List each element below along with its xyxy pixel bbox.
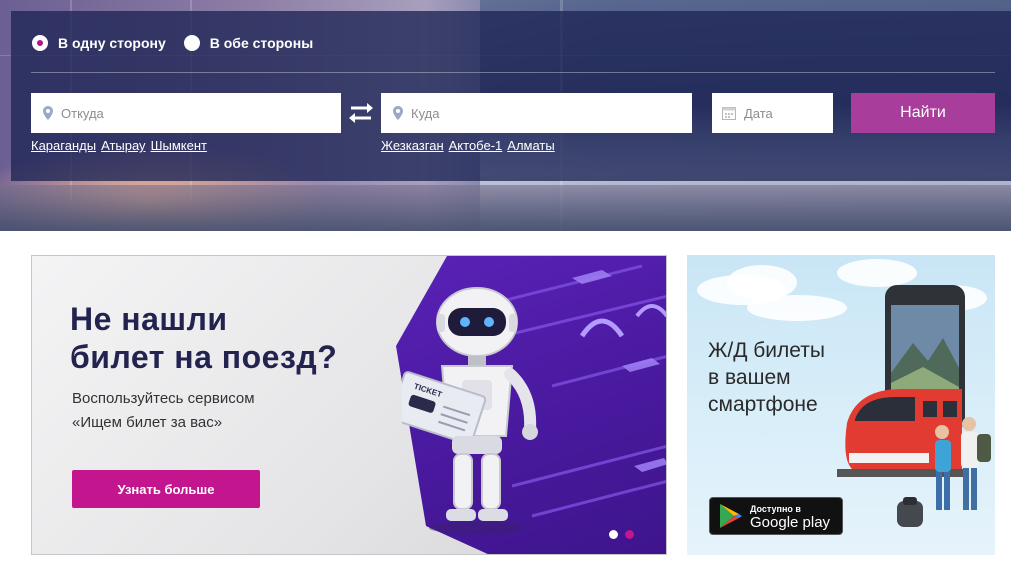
radio-icon[interactable] <box>183 35 200 51</box>
travelers-illustration <box>935 417 991 510</box>
from-placeholder: Откуда <box>61 105 104 121</box>
app-banner[interactable]: Ж/Д билеты в вашем смартфоне Доступно в … <box>687 255 995 555</box>
google-play-badge[interactable]: Доступно в Google play <box>709 497 843 535</box>
quick-from-link[interactable]: Караганды <box>31 138 96 153</box>
date-input[interactable]: Дата <box>712 93 833 133</box>
promo-title: Не нашли билет на поезд? <box>70 300 390 376</box>
find-button[interactable]: Найти <box>851 93 995 133</box>
app-banner-line: в вашем <box>708 366 791 389</box>
promo-subtitle: Воспользуйтесь сервисом «Ищем билет за в… <box>72 387 392 435</box>
calendar-icon <box>722 107 736 120</box>
cloud <box>747 295 847 321</box>
carousel-dot[interactable] <box>609 530 618 539</box>
app-banner-line: Ж/Д билеты <box>708 339 825 362</box>
hero-ground <box>0 185 1011 231</box>
location-pin-icon <box>43 106 53 120</box>
google-play-text: Доступно в Google play <box>750 502 830 530</box>
to-input[interactable]: Куда <box>381 93 692 133</box>
quick-from-links: Караганды Атырау Шымкент <box>31 138 212 153</box>
promo-subtitle-line: Воспользуйтесь сервисом <box>72 390 255 407</box>
learn-more-button[interactable]: Узнать больше <box>72 470 260 508</box>
robot-illustration: TICKET <box>402 287 538 534</box>
radio-round-trip-label: В обе стороны <box>209 35 314 51</box>
to-placeholder: Куда <box>411 105 440 121</box>
quick-to-link[interactable]: Алматы <box>507 138 554 153</box>
carousel-dot[interactable] <box>625 530 634 539</box>
divider <box>31 72 995 73</box>
quick-to-link[interactable]: Жезказган <box>381 138 444 153</box>
radio-one-way-label: В одну сторону <box>58 35 166 51</box>
radio-icon[interactable] <box>32 35 48 51</box>
app-banner-line: смартфоне <box>708 393 818 416</box>
promo-banner[interactable]: TICKET Не нашли билет на поезд? Воспольз… <box>31 255 667 555</box>
radio-one-way[interactable]: В одну сторону <box>32 35 166 51</box>
promo-title-line: билет на поезд? <box>70 339 338 375</box>
google-play-big: Google play <box>750 514 831 531</box>
quick-from-link[interactable]: Шымкент <box>151 138 207 153</box>
hero-section: В одну сторону В обе стороны Откуда Куда <box>0 0 1011 231</box>
from-input[interactable]: Откуда <box>31 93 341 133</box>
quick-to-links: Жезказган Актобе-1 Алматы <box>381 138 560 153</box>
swap-icon[interactable] <box>347 101 375 125</box>
google-play-icon <box>720 504 742 528</box>
carousel-dots <box>609 530 641 539</box>
location-pin-icon <box>393 106 403 120</box>
quick-to-link[interactable]: Актобе-1 <box>449 138 503 153</box>
radio-round-trip[interactable]: В обе стороны <box>183 35 314 51</box>
date-placeholder: Дата <box>744 105 773 121</box>
trip-type-selector: В одну сторону В обе стороны <box>32 32 331 54</box>
promo-subtitle-line: «Ищем билет за вас» <box>72 414 223 431</box>
promo-title-line: Не нашли <box>70 301 228 337</box>
app-banner-text: Ж/Д билеты в вашем смартфоне <box>708 337 858 418</box>
quick-from-link[interactable]: Атырау <box>101 138 146 153</box>
backpack-illustration <box>897 497 923 527</box>
